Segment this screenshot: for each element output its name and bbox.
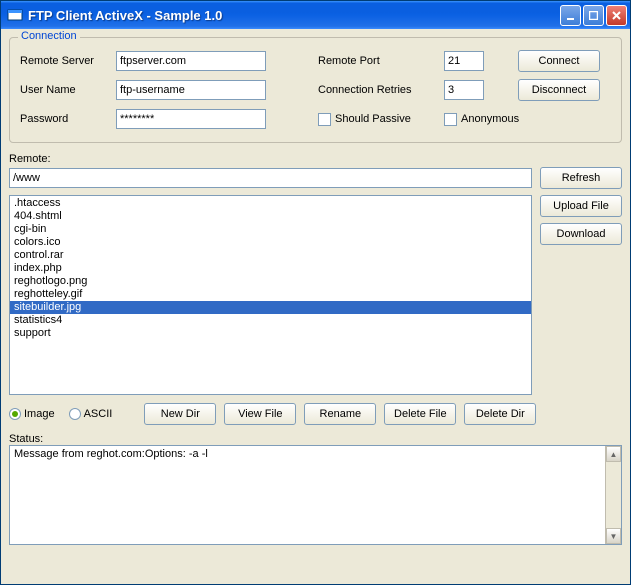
list-item[interactable]: index.php xyxy=(10,262,531,275)
maximize-button[interactable] xyxy=(583,5,604,26)
radio-icon xyxy=(9,408,21,420)
scroll-up-icon[interactable]: ▲ xyxy=(606,446,621,462)
connection-retries-label: Connection Retries xyxy=(318,84,438,96)
list-item[interactable]: cgi-bin xyxy=(10,223,531,236)
status-label: Status: xyxy=(9,433,622,445)
connection-retries-input[interactable] xyxy=(444,80,484,100)
password-input[interactable] xyxy=(116,109,266,129)
window-title: FTP Client ActiveX - Sample 1.0 xyxy=(28,8,560,23)
remote-port-input[interactable] xyxy=(444,51,484,71)
new-dir-button[interactable]: New Dir xyxy=(144,403,216,425)
download-button[interactable]: Download xyxy=(540,223,622,245)
list-item[interactable]: reghotteley.gif xyxy=(10,288,531,301)
view-file-button[interactable]: View File xyxy=(224,403,296,425)
connect-button[interactable]: Connect xyxy=(518,50,600,72)
remote-path-input[interactable] xyxy=(9,168,532,188)
disconnect-button[interactable]: Disconnect xyxy=(518,79,600,101)
list-item[interactable]: support xyxy=(10,327,531,340)
image-mode-radio[interactable]: Image xyxy=(9,408,55,420)
delete-dir-button[interactable]: Delete Dir xyxy=(464,403,536,425)
close-button[interactable] xyxy=(606,5,627,26)
ascii-mode-label: ASCII xyxy=(84,408,113,420)
scroll-down-icon[interactable]: ▼ xyxy=(606,528,621,544)
remote-label: Remote: xyxy=(9,153,622,165)
minimize-button[interactable] xyxy=(560,5,581,26)
list-item[interactable]: .htaccess xyxy=(10,197,531,210)
delete-file-button[interactable]: Delete File xyxy=(384,403,456,425)
upload-file-button[interactable]: Upload File xyxy=(540,195,622,217)
password-label: Password xyxy=(20,113,110,125)
remote-port-label: Remote Port xyxy=(318,55,438,67)
image-mode-label: Image xyxy=(24,408,55,420)
remote-file-list[interactable]: .htaccess404.shtmlcgi-bincolors.icocontr… xyxy=(9,195,532,395)
scrollbar[interactable]: ▲ ▼ xyxy=(605,446,621,544)
connection-group: Connection Remote Server Remote Port Con… xyxy=(9,37,622,143)
status-box: Message from reghot.com:Options: -a -l ▲… xyxy=(9,445,622,545)
should-passive-label: Should Passive xyxy=(335,113,411,125)
list-item[interactable]: sitebuilder.jpg xyxy=(10,301,531,314)
window-buttons xyxy=(560,5,627,26)
should-passive-checkbox[interactable]: Should Passive xyxy=(318,113,438,126)
checkbox-icon xyxy=(444,113,457,126)
refresh-button[interactable]: Refresh xyxy=(540,167,622,189)
app-window: FTP Client ActiveX - Sample 1.0 Connecti… xyxy=(0,0,631,585)
checkbox-icon xyxy=(318,113,331,126)
client-area: Connection Remote Server Remote Port Con… xyxy=(1,29,630,584)
status-text: Message from reghot.com:Options: -a -l xyxy=(14,448,603,460)
app-icon xyxy=(7,7,23,23)
user-name-input[interactable] xyxy=(116,80,266,100)
list-item[interactable]: reghotlogo.png xyxy=(10,275,531,288)
anonymous-checkbox[interactable]: Anonymous xyxy=(444,113,600,126)
list-item[interactable]: control.rar xyxy=(10,249,531,262)
remote-server-input[interactable] xyxy=(116,51,266,71)
titlebar: FTP Client ActiveX - Sample 1.0 xyxy=(1,1,630,29)
user-name-label: User Name xyxy=(20,84,110,96)
radio-icon xyxy=(69,408,81,420)
connection-legend: Connection xyxy=(18,30,80,42)
list-item[interactable]: 404.shtml xyxy=(10,210,531,223)
anonymous-label: Anonymous xyxy=(461,113,519,125)
list-item[interactable]: statistics4 xyxy=(10,314,531,327)
rename-button[interactable]: Rename xyxy=(304,403,376,425)
list-item[interactable]: colors.ico xyxy=(10,236,531,249)
ascii-mode-radio[interactable]: ASCII xyxy=(69,408,113,420)
remote-server-label: Remote Server xyxy=(20,55,110,67)
